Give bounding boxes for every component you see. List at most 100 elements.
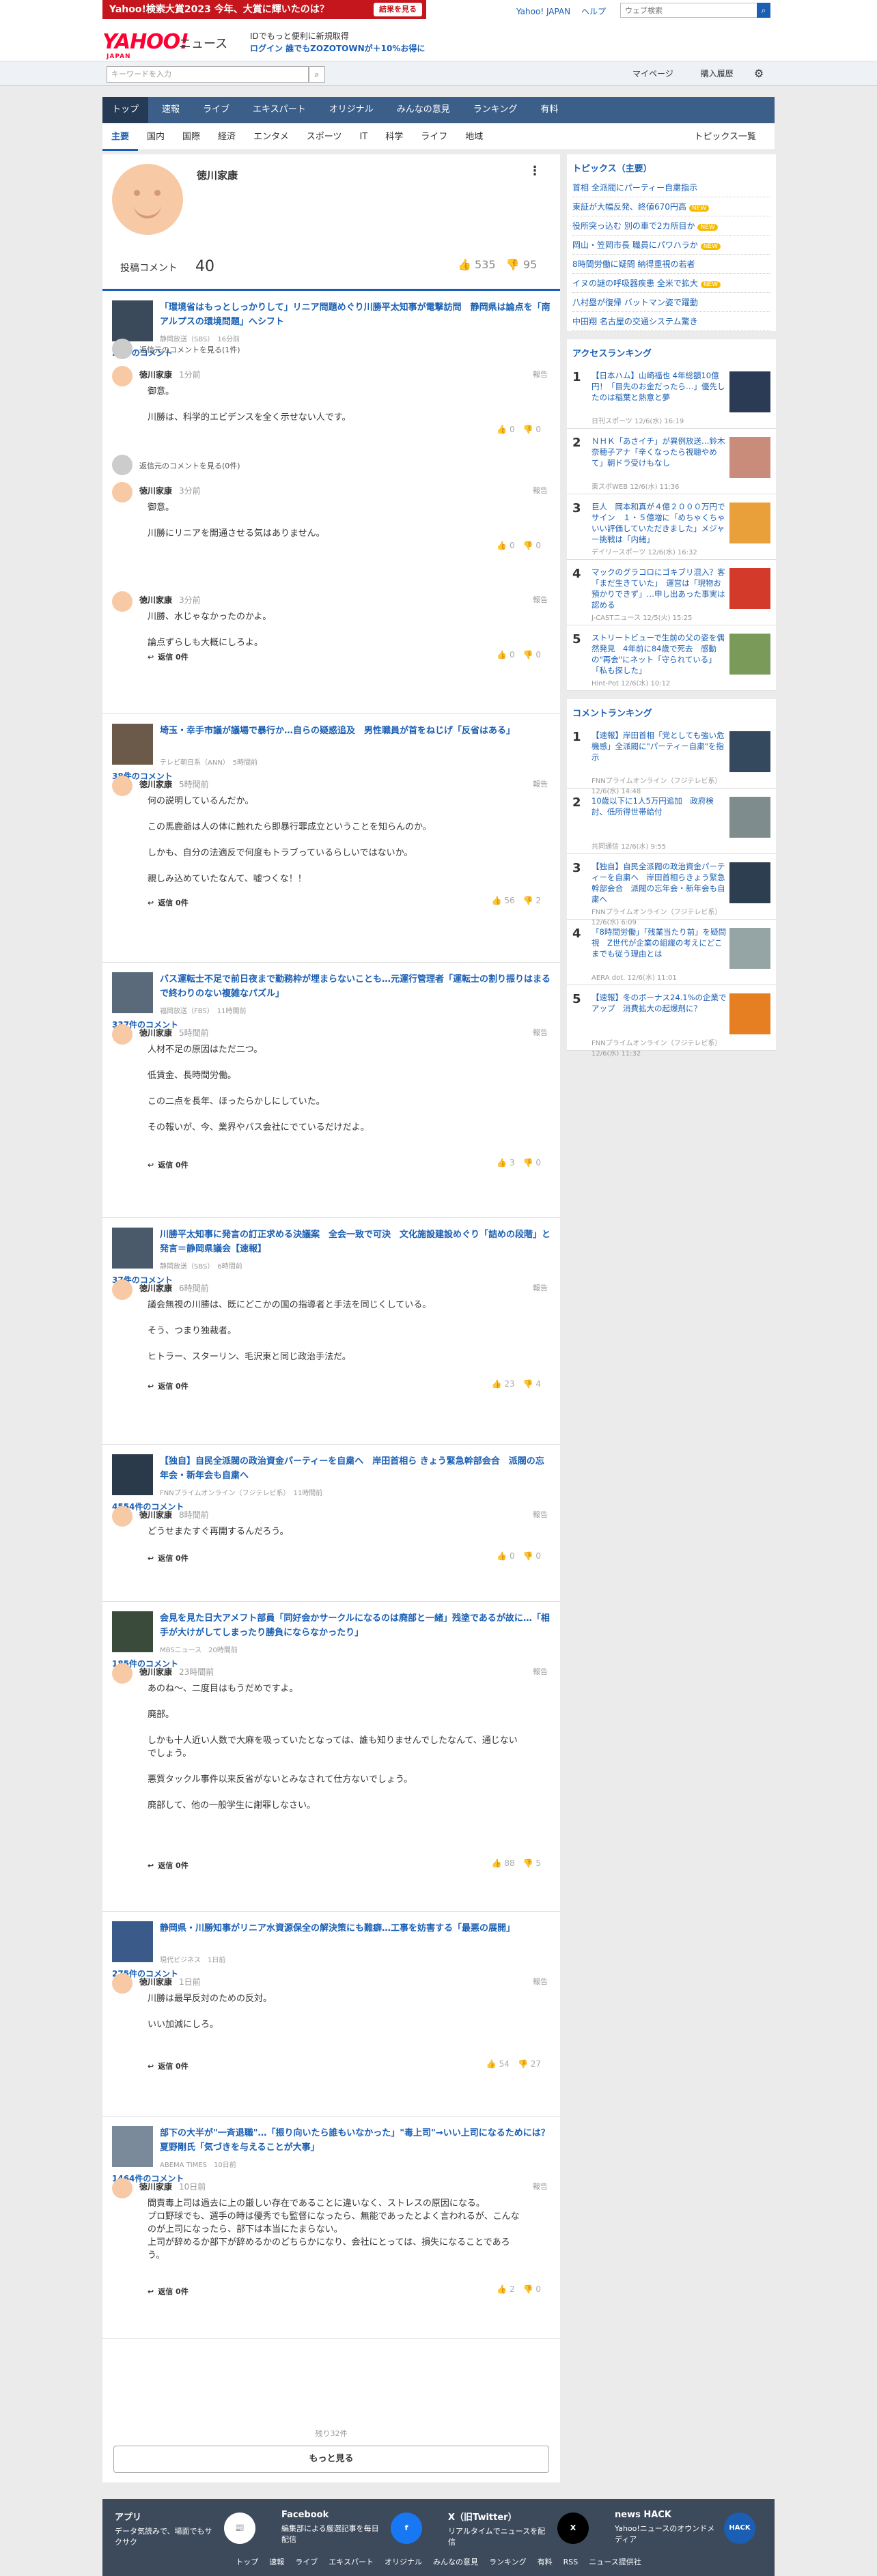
article-title[interactable]: 埼玉・幸手市議が議場で暴行か…自らの疑惑追及 男性職員が首をねじげ「反省はある」 xyxy=(160,724,551,738)
comment-author[interactable]: 徳川家康 1分前 xyxy=(139,369,201,380)
ranking-title[interactable]: ＮＨＫ「あさイチ」が異例放送…鈴木奈穂子アナ「辛くなったら視聴やめて」朝ドラ受け… xyxy=(591,436,727,468)
ranking-title[interactable]: 【速報】冬のボーナス24.1%の企業でアップ 消費拡大の起爆剤に？ xyxy=(591,992,727,1014)
article-thumbnail[interactable] xyxy=(112,1454,153,1495)
comment-author-name[interactable]: 徳川家康 xyxy=(139,1510,172,1520)
ranking-title[interactable]: 「8時間労働」「残業当たり前」を疑問視 Z世代が企業の組織の考えにどこまでも従う… xyxy=(591,926,727,959)
ranking-title[interactable]: 10歳以下に1人5万円追加 政府検討、低所得世帯給付 xyxy=(591,795,727,817)
subnav-it[interactable]: IT xyxy=(350,124,376,150)
reply-link[interactable]: ↩ 返信 0件 xyxy=(148,897,189,908)
footer-newshack[interactable]: news HACK Yahoo!ニュースのオウンドメディア HACK xyxy=(615,2510,765,2545)
ranking-title[interactable]: ストリートビューで生前の父の姿を偶然発見 4年前に84歳で死去 感動の"再会"に… xyxy=(591,632,727,676)
report-link[interactable]: 報告 xyxy=(533,1976,548,1987)
dislike-button[interactable]: 👎 27 xyxy=(518,2059,541,2069)
report-link[interactable]: 報告 xyxy=(533,2181,548,2192)
comment-author[interactable]: 徳川家康 8時間前 xyxy=(139,1509,209,1520)
ranking-thumbnail[interactable] xyxy=(729,568,770,609)
subnav-life[interactable]: ライフ xyxy=(412,124,456,150)
comment-author-name[interactable]: 徳川家康 xyxy=(139,486,172,496)
ranking-title[interactable]: 【独自】自民全派閥の政治資金パーティーを自粛へ 岸田首相らきょう緊急幹部会合 派… xyxy=(591,861,727,905)
nav-opinion[interactable]: みんなの意見 xyxy=(387,97,460,123)
mypage-link[interactable]: マイページ xyxy=(632,69,673,79)
ranking-item[interactable]: 3 巨人 岡本和真が４億２０００万円でサイン １・５億増に「めちゃくちゃいい評価し… xyxy=(567,494,776,560)
report-link[interactable]: 報告 xyxy=(533,1282,548,1293)
ranking-item[interactable]: 2 10歳以下に1人5万円追加 政府検討、低所得世帯給付 共同通信 12/6(水) … xyxy=(567,789,776,854)
reply-count[interactable]: 返信 0件 xyxy=(158,1554,188,1563)
footer-facebook[interactable]: Facebook 編集部による厳選記事を毎日配信 f xyxy=(281,2510,432,2545)
ranking-thumbnail[interactable] xyxy=(729,503,770,543)
article-thumbnail[interactable] xyxy=(112,1611,153,1652)
topic-text[interactable]: 中田翔 名古屋の交通システム驚き xyxy=(572,317,697,326)
footer-link[interactable]: トップ xyxy=(236,2558,258,2566)
reply-link[interactable]: ↩ 返信 0件 xyxy=(148,651,189,662)
subnav-international[interactable]: 国際 xyxy=(173,124,209,150)
comment-author[interactable]: 徳川家康 6時間前 xyxy=(139,1282,209,1294)
help-link[interactable]: ヘルプ xyxy=(581,7,606,16)
reply-count[interactable]: 返信 0件 xyxy=(158,1382,188,1391)
footer-link[interactable]: ライブ xyxy=(295,2558,318,2566)
reply-link[interactable]: ↩ 返信 0件 xyxy=(148,1553,189,1563)
article-title[interactable]: 静岡県・川勝知事がリニア水資源保全の解決策にも難癖…工事を妨害する「最悪の展開」 xyxy=(160,1921,551,1936)
topic-item[interactable]: 役所突っ込む 別の車で2カ所目か NEW xyxy=(572,216,770,236)
dislike-button[interactable]: 👎 0 xyxy=(523,541,541,550)
ranking-title[interactable]: 巨人 岡本和真が４億２０００万円でサイン １・５億増に「めちゃくちゃいい評価して… xyxy=(591,501,727,545)
footer-app[interactable]: アプリ データ気読みで、場面でもサクサク 📰 xyxy=(115,2510,265,2547)
reply-link[interactable]: ↩ 返信 0件 xyxy=(148,1159,189,1170)
topic-item[interactable]: イヌの謎の呼吸器疾患 全米で拡大 NEW xyxy=(572,274,770,293)
topic-item[interactable]: 八村塁が復帰 バットマン姿で躍動 xyxy=(572,293,770,312)
comment-author[interactable]: 徳川家康 3分前 xyxy=(139,485,201,496)
like-button[interactable]: 👍 56 xyxy=(492,896,515,905)
footer-link[interactable]: ニュース提供社 xyxy=(589,2558,641,2566)
like-button[interactable]: 👍 0 xyxy=(497,425,514,434)
comment-author[interactable]: 徳川家康 3分前 xyxy=(139,594,201,606)
subnav-local[interactable]: 地域 xyxy=(456,124,492,150)
comment-author-name[interactable]: 徳川家康 xyxy=(139,1028,172,1038)
purchase-history-link[interactable]: 購入履歴 xyxy=(701,69,734,79)
dislike-button[interactable]: 👎 0 xyxy=(523,2284,541,2294)
report-link[interactable]: 報告 xyxy=(533,594,548,605)
header-login-promo[interactable]: IDでもっと便利に新規取得 ログイン 誰でもZOZOTOWNが＋10%お得に xyxy=(250,30,425,55)
yahoo-japan-link[interactable]: Yahoo! JAPAN xyxy=(516,7,570,16)
ranking-title[interactable]: 【速報】岸田首相「党としても強い危機感」全派閥に"パーティー自粛"を指示 xyxy=(591,730,727,763)
web-search-input[interactable] xyxy=(620,3,758,18)
comment-author-name[interactable]: 徳川家康 xyxy=(139,1667,172,1677)
article-thumbnail[interactable] xyxy=(112,1921,153,1962)
reply-link[interactable]: ↩ 返信 0件 xyxy=(148,2061,189,2071)
footer-link[interactable]: みんなの意見 xyxy=(433,2558,478,2566)
article-thumbnail[interactable] xyxy=(112,2126,153,2167)
topics-list-link[interactable]: トピックス一覧 xyxy=(685,124,765,150)
nav-original[interactable]: オリジナル xyxy=(320,97,383,123)
ranking-thumbnail[interactable] xyxy=(729,371,770,412)
report-link[interactable]: 報告 xyxy=(533,1666,548,1677)
ranking-item[interactable]: 1 【速報】岸田首相「党としても強い危機感」全派閥に"パーティー自粛"を指示 FNN… xyxy=(567,723,776,795)
article-title[interactable]: 部下の大半が"一斉退職"…「振り向いたら誰もいなかった」"毒上司"→いい上司にな… xyxy=(160,2126,551,2155)
comment-author-name[interactable]: 徳川家康 xyxy=(139,1284,172,1293)
nav-top[interactable]: トップ xyxy=(102,97,149,123)
article-thumbnail[interactable] xyxy=(112,300,153,341)
subnav-main[interactable]: 主要 xyxy=(102,125,139,151)
comment-author-name[interactable]: 徳川家康 xyxy=(139,1977,172,1987)
ranking-thumbnail[interactable] xyxy=(729,993,770,1034)
reply-count[interactable]: 返信 0件 xyxy=(158,898,188,907)
comment-author[interactable]: 徳川家康 10日前 xyxy=(139,2181,206,2192)
nav-breaking[interactable]: 速報 xyxy=(152,97,189,123)
footer-link[interactable]: エキスパート xyxy=(329,2558,374,2566)
comment-author[interactable]: 徳川家康 5時間前 xyxy=(139,778,209,790)
ranking-item[interactable]: 4 マックのグラコロにゴキブリ混入？客「まだ生きていた」 運営は「現物お預かりでき… xyxy=(567,560,776,625)
report-link[interactable]: 報告 xyxy=(533,369,548,380)
topic-text[interactable]: 東証が大幅反発、終値670円高 xyxy=(572,202,686,212)
article-thumbnail[interactable] xyxy=(112,1228,153,1269)
parent-comment-label[interactable]: 返信元のコメントを見る(0件) xyxy=(139,460,240,471)
ranking-item[interactable]: 3 【独自】自民全派閥の政治資金パーティーを自粛へ 岸田首相らきょう緊急幹部会合 … xyxy=(567,854,776,926)
report-link[interactable]: 報告 xyxy=(533,778,548,789)
dislike-button[interactable]: 👎 4 xyxy=(523,1379,541,1389)
topic-text[interactable]: イヌの謎の呼吸器疾患 全米で拡大 xyxy=(572,279,698,288)
ranking-thumbnail[interactable] xyxy=(729,437,770,478)
nav-ranking[interactable]: ランキング xyxy=(464,97,527,123)
dislike-button[interactable]: 👎 2 xyxy=(523,896,541,905)
parent-comment-label[interactable]: 返信元のコメントを見る(1件) xyxy=(139,344,240,355)
nav-live[interactable]: ライブ xyxy=(193,97,239,123)
article-title[interactable]: バス運転士不足で前日夜まで勤務枠が埋まらないことも…元運行管理者「運転士の割り振… xyxy=(160,972,551,1001)
report-link[interactable]: 報告 xyxy=(533,1509,548,1520)
more-vert-icon[interactable]: ⋮ xyxy=(529,164,541,178)
footer-link[interactable]: オリジナル xyxy=(385,2558,422,2566)
